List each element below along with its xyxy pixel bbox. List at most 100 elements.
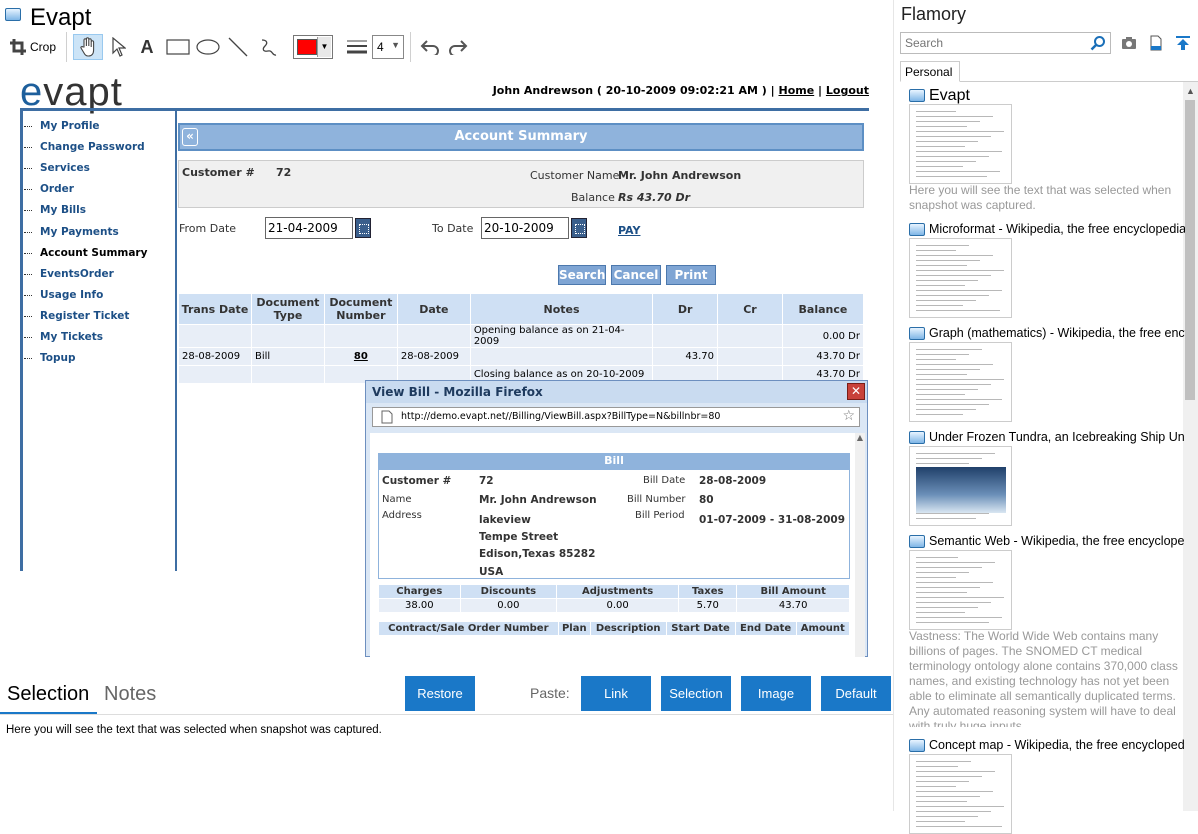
- thumbnail-line: [916, 369, 980, 370]
- from-date-input[interactable]: 21-04-2009: [265, 217, 353, 239]
- restore-button[interactable]: Restore: [405, 676, 475, 711]
- tab-notes[interactable]: Notes: [104, 683, 156, 706]
- snapshot-item-title[interactable]: Semantic Web - Wikipedia, the free encyc…: [929, 534, 1185, 548]
- thumbnail-line: [916, 161, 976, 162]
- url-bar[interactable]: http://demo.evapt.net//Billing/ViewBill.…: [372, 407, 860, 427]
- upload-icon[interactable]: [1175, 35, 1191, 51]
- site-nav-item[interactable]: Topup: [40, 352, 76, 364]
- snapshot-thumbnail[interactable]: [909, 104, 1012, 184]
- text-tool-button[interactable]: A: [136, 34, 158, 60]
- thumbnail-line: [916, 310, 1000, 311]
- table-cell: [469, 347, 654, 366]
- snapshot-item-title[interactable]: Under Frozen Tundra, an Icebreaking Ship…: [929, 430, 1185, 444]
- thumbnail-line: [916, 557, 958, 558]
- snapshot-item-title[interactable]: Concept map - Wikipedia, the free encycl…: [929, 738, 1185, 752]
- thumbnail-line: [916, 280, 978, 281]
- site-nav-item[interactable]: My Bills: [40, 204, 86, 216]
- paste-selection-button[interactable]: Selection: [661, 676, 731, 711]
- thumbnail-line: [916, 354, 969, 355]
- search-input[interactable]: [900, 32, 1111, 54]
- account-summary-header: « Account Summary: [178, 123, 864, 151]
- snapshot-item-icon: [909, 223, 925, 236]
- crop-button[interactable]: Crop: [6, 34, 60, 60]
- tab-selection[interactable]: Selection: [7, 683, 89, 706]
- close-icon[interactable]: ✕: [847, 383, 865, 400]
- list-scrollbar[interactable]: ▲: [1183, 82, 1198, 811]
- snapshot-item-title[interactable]: Microformat - Wikipedia, the free encycl…: [929, 222, 1185, 236]
- search-icon[interactable]: [1090, 35, 1106, 51]
- site-nav-item[interactable]: Change Password: [40, 141, 145, 153]
- table-cell: [250, 324, 325, 348]
- table-cell: [178, 365, 252, 384]
- charges-header: Bill Amount: [736, 584, 850, 599]
- document-icon[interactable]: [1148, 35, 1164, 51]
- table-row: Opening balance as on 21-04-2009 0.00 Dr: [178, 324, 865, 348]
- pay-link[interactable]: PAY: [618, 224, 640, 237]
- site-nav-item[interactable]: Usage Info: [40, 289, 103, 301]
- thumbnail-line: [916, 796, 980, 797]
- popup-scrollbar[interactable]: ▲: [855, 433, 865, 657]
- charges-value: 5.70: [678, 598, 738, 613]
- paste-image-button[interactable]: Image: [741, 676, 811, 711]
- thumbnail-line: [916, 781, 969, 782]
- snapshot-thumbnail[interactable]: [909, 238, 1012, 318]
- snapshot-thumbnail[interactable]: [909, 754, 1012, 834]
- bill-number-label: Bill Number: [627, 494, 686, 505]
- snapshot-item-icon: [909, 535, 925, 548]
- calendar-icon[interactable]: [571, 218, 587, 238]
- line-tool-button[interactable]: [226, 34, 250, 60]
- nav-dot: [24, 337, 32, 338]
- undo-button[interactable]: [416, 34, 442, 60]
- bookmark-star-icon[interactable]: ☆: [842, 408, 855, 424]
- paste-link-button[interactable]: Link: [581, 676, 651, 711]
- site-nav-item[interactable]: Order: [40, 183, 74, 195]
- bill-customer-label: Customer #: [382, 475, 452, 487]
- to-date-input[interactable]: 20-10-2009: [481, 217, 569, 239]
- snapshot-thumbnail[interactable]: [909, 342, 1012, 422]
- table-header-cell: Document Number: [323, 293, 398, 325]
- snapshot-thumbnail[interactable]: [909, 446, 1012, 526]
- thumbnail-line: [916, 463, 969, 464]
- thumbnail-line: [916, 245, 969, 246]
- site-nav-item[interactable]: My Payments: [40, 226, 119, 238]
- crop-label: Crop: [29, 40, 56, 54]
- site-nav-item[interactable]: My Tickets: [40, 331, 103, 343]
- thumbnail-line: [916, 171, 1000, 172]
- site-nav-item[interactable]: Services: [40, 162, 90, 174]
- snapshot-item-title[interactable]: Graph (mathematics) - Wikipedia, the fre…: [929, 326, 1185, 340]
- thumbnail-line: [916, 290, 1002, 291]
- table-cell: [178, 324, 252, 348]
- table-header-cell: Trans Date: [178, 293, 252, 325]
- select-tool-button[interactable]: [108, 34, 130, 60]
- home-link[interactable]: Home: [779, 84, 815, 97]
- color-picker[interactable]: ▼: [293, 35, 333, 59]
- site-nav-item[interactable]: My Profile: [40, 120, 100, 132]
- table-header-cell: Notes: [469, 293, 654, 325]
- tab-personal[interactable]: Personal: [900, 61, 960, 82]
- ellipse-tool-button[interactable]: [194, 34, 222, 60]
- freehand-tool-button[interactable]: [256, 34, 280, 60]
- document-number-link[interactable]: 80: [323, 347, 398, 366]
- redo-button[interactable]: [446, 34, 472, 60]
- site-nav-item[interactable]: Register Ticket: [40, 310, 129, 322]
- camera-icon[interactable]: [1121, 35, 1137, 51]
- selection-text[interactable]: Here you will see the text that was sele…: [6, 724, 382, 736]
- site-nav-item[interactable]: Account Summary: [40, 247, 147, 259]
- paste-default-button[interactable]: Default: [821, 676, 891, 711]
- logout-link[interactable]: Logout: [826, 84, 869, 97]
- snapshot-thumbnail[interactable]: [909, 550, 1012, 630]
- back-arrow-icon[interactable]: «: [182, 128, 198, 146]
- detail-header: Start Date: [665, 621, 736, 636]
- snapshot-item-title[interactable]: Evapt: [929, 87, 1185, 105]
- pan-tool-button[interactable]: [73, 34, 103, 60]
- thumbnail-line: [916, 806, 1004, 807]
- search-button[interactable]: Search: [558, 265, 606, 285]
- calendar-icon[interactable]: [355, 218, 371, 238]
- snapshot-canvas[interactable]: evapt John Andrewson ( 20-10-2009 09:02:…: [20, 70, 869, 657]
- site-nav-item[interactable]: EventsOrder: [40, 268, 114, 280]
- line-width-select[interactable]: 4 ▼: [372, 35, 404, 59]
- print-button[interactable]: Print: [666, 265, 716, 285]
- nav-dot: [24, 168, 32, 170]
- cancel-button[interactable]: Cancel: [611, 265, 661, 285]
- rectangle-tool-button[interactable]: [164, 34, 192, 60]
